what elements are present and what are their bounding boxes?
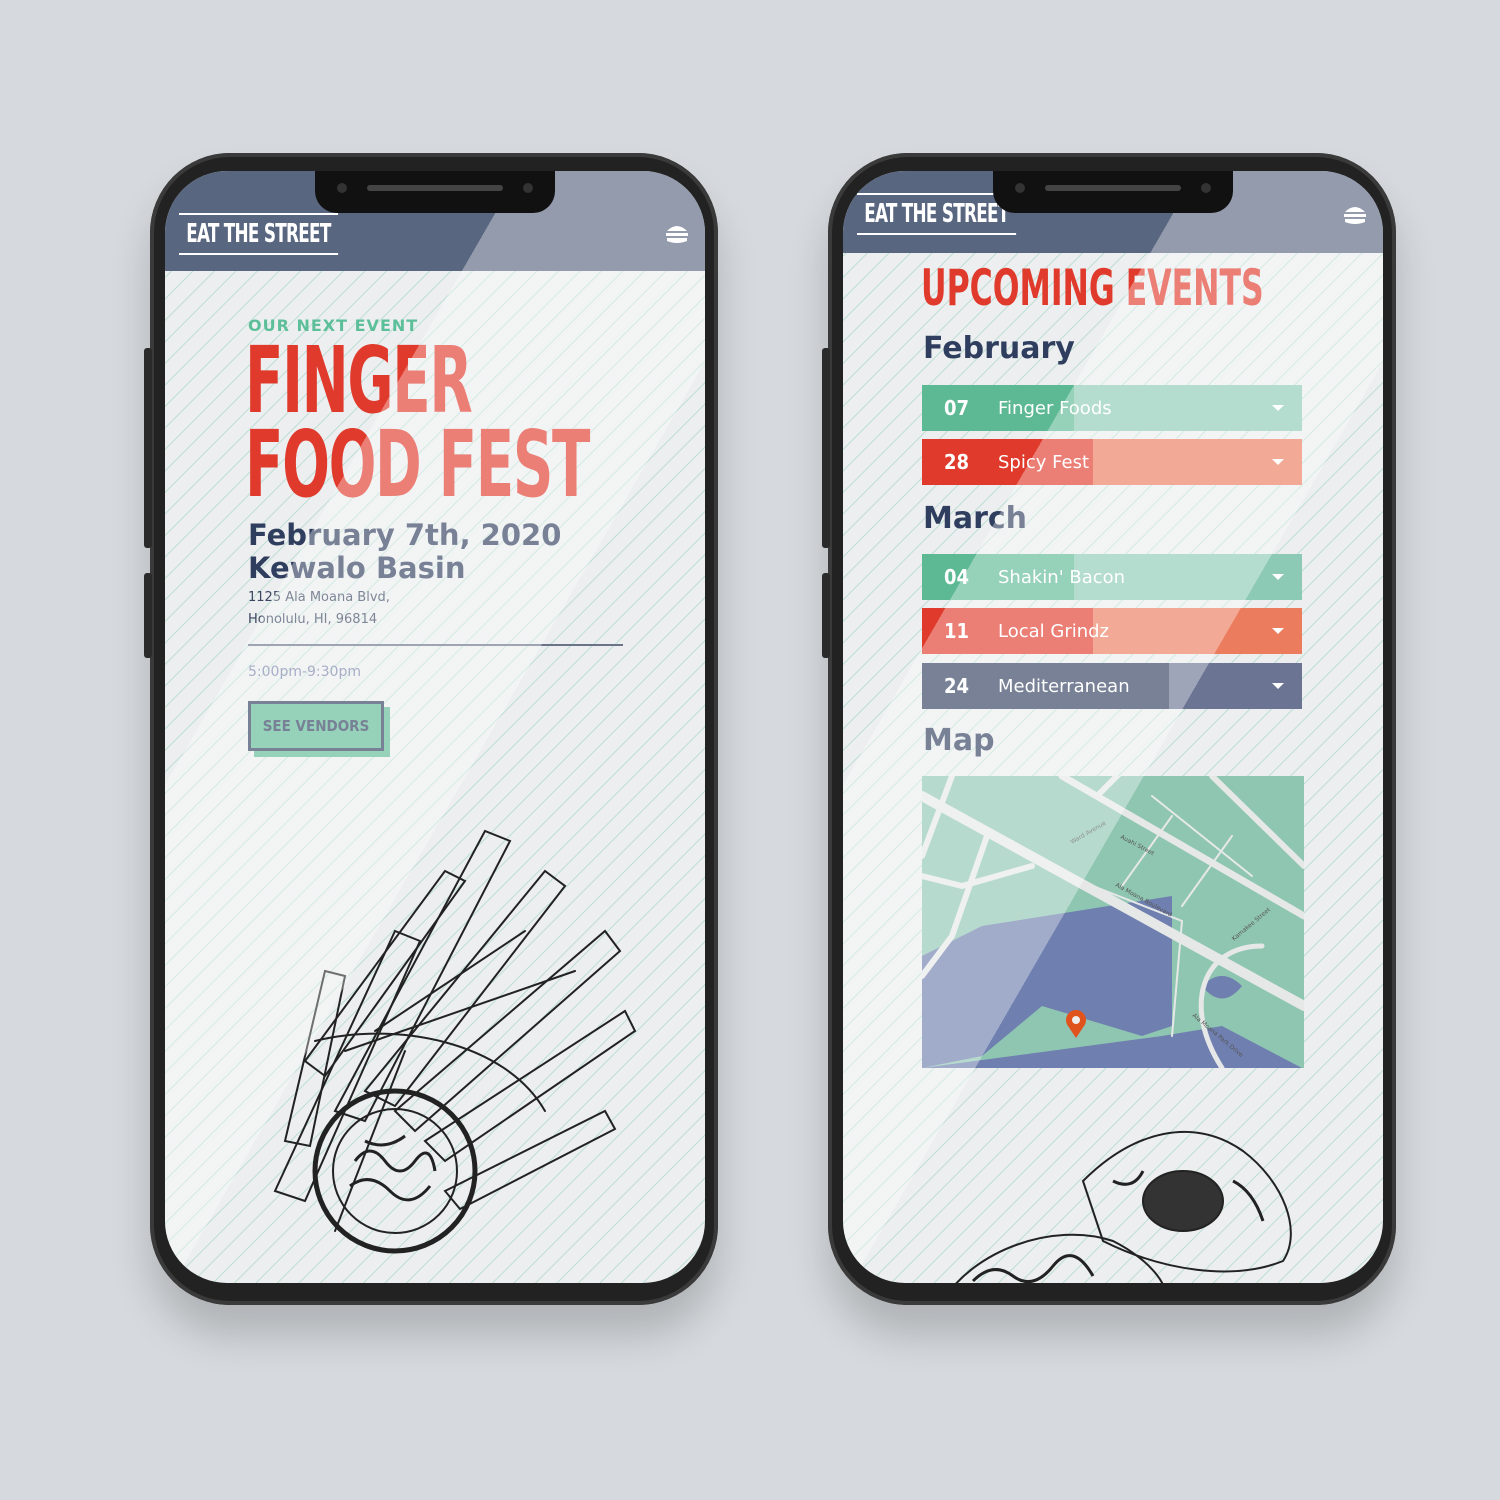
chevron-down-icon[interactable]: [1272, 683, 1284, 689]
notch: [315, 171, 555, 213]
address-line: 1125 Ala Moana Blvd,: [248, 590, 390, 605]
chevron-down-icon[interactable]: [1272, 405, 1284, 411]
event-time: 5:00pm-9:30pm: [248, 664, 361, 680]
logo[interactable]: EAT THE STREET: [179, 213, 338, 255]
side-button: [822, 348, 830, 548]
screen: EAT THE STREET OUR NEXT EVENT FINGER FOOD…: [165, 171, 705, 1283]
event-day: 28: [944, 450, 970, 474]
event-info: February 7th, 2020 Kewalo Basin: [248, 519, 561, 585]
event-map[interactable]: Ward Avenue Auahi Street Ala Moana Boule…: [922, 776, 1304, 1068]
side-button: [144, 573, 152, 658]
phone-upcoming-events: EAT THE STREET UPCOMING EVENTS February …: [822, 153, 1396, 1305]
side-button: [144, 348, 152, 548]
side-button: [822, 573, 830, 658]
event-row[interactable]: 04 Shakin' Bacon: [922, 554, 1302, 600]
event-row[interactable]: 11 Local Grindz: [922, 608, 1302, 654]
event-row[interactable]: 24 Mediterranean: [922, 663, 1302, 709]
chevron-down-icon[interactable]: [1272, 459, 1284, 465]
title-line: FOOD FEST: [245, 411, 590, 518]
event-day: 11: [944, 619, 970, 643]
logo[interactable]: EAT THE STREET: [857, 193, 1016, 235]
chevron-down-icon[interactable]: [1272, 628, 1284, 634]
divider: [248, 644, 623, 646]
event-name: Spicy Fest: [998, 451, 1090, 473]
phone-event-detail: EAT THE STREET OUR NEXT EVENT FINGER FOOD…: [144, 153, 718, 1305]
event-row[interactable]: 28 Spicy Fest: [922, 439, 1302, 485]
wrap-illustration-icon: [955, 1130, 1292, 1283]
event-date: February 7th, 2020: [248, 518, 562, 552]
event-address: 1125 Ala Moana Blvd, Honolulu, HI, 96814: [248, 587, 390, 631]
address-line: Honolulu, HI, 96814: [248, 612, 378, 627]
event-name: Finger Foods: [998, 397, 1112, 419]
event-title: FINGER FOOD FEST: [245, 335, 590, 518]
month-heading: February: [923, 331, 1075, 366]
event-name: Mediterranean: [998, 675, 1130, 697]
month-heading: March: [923, 501, 1028, 536]
page-title: UPCOMING EVENTS: [921, 259, 1264, 317]
fries-illustration-icon: [273, 829, 637, 1254]
button-label: SEE VENDORS: [248, 701, 384, 751]
chevron-down-icon[interactable]: [1272, 574, 1284, 580]
event-day: 24: [944, 674, 970, 698]
event-day: 04: [944, 565, 970, 589]
event-row[interactable]: 07 Finger Foods: [922, 385, 1302, 431]
burger-menu-icon[interactable]: [1343, 204, 1367, 226]
see-vendors-button[interactable]: SEE VENDORS: [248, 701, 390, 757]
screen: EAT THE STREET UPCOMING EVENTS February …: [843, 171, 1383, 1283]
burger-menu-icon[interactable]: [665, 223, 689, 245]
event-name: Local Grindz: [998, 620, 1110, 642]
notch: [993, 171, 1233, 213]
event-venue: Kewalo Basin: [248, 551, 466, 585]
event-day: 07: [944, 396, 970, 420]
event-name: Shakin' Bacon: [998, 566, 1126, 588]
map-heading: Map: [923, 723, 995, 758]
